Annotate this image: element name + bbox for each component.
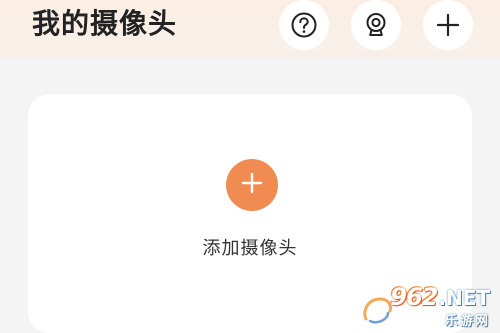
webcam-icon bbox=[362, 11, 390, 39]
site-watermark: 962 .NET 乐游网 bbox=[354, 283, 494, 329]
question-circle-icon bbox=[290, 11, 318, 39]
add-camera-label[interactable]: 添加摄像头 bbox=[28, 237, 472, 261]
plus-icon bbox=[435, 12, 461, 38]
top-bar: 我的摄像头 bbox=[0, 0, 500, 58]
camera-button[interactable] bbox=[351, 0, 401, 50]
swirl-logo-icon bbox=[360, 293, 394, 331]
add-button[interactable] bbox=[423, 0, 473, 50]
watermark-domain: .NET bbox=[438, 286, 490, 310]
watermark-site-name: 乐游网 bbox=[444, 314, 490, 329]
help-button[interactable] bbox=[279, 0, 329, 50]
watermark-number: 962 bbox=[390, 283, 438, 311]
page-title: 我的摄像头 bbox=[32, 7, 178, 40]
add-camera-button[interactable] bbox=[226, 159, 278, 211]
plus-icon bbox=[240, 171, 264, 199]
